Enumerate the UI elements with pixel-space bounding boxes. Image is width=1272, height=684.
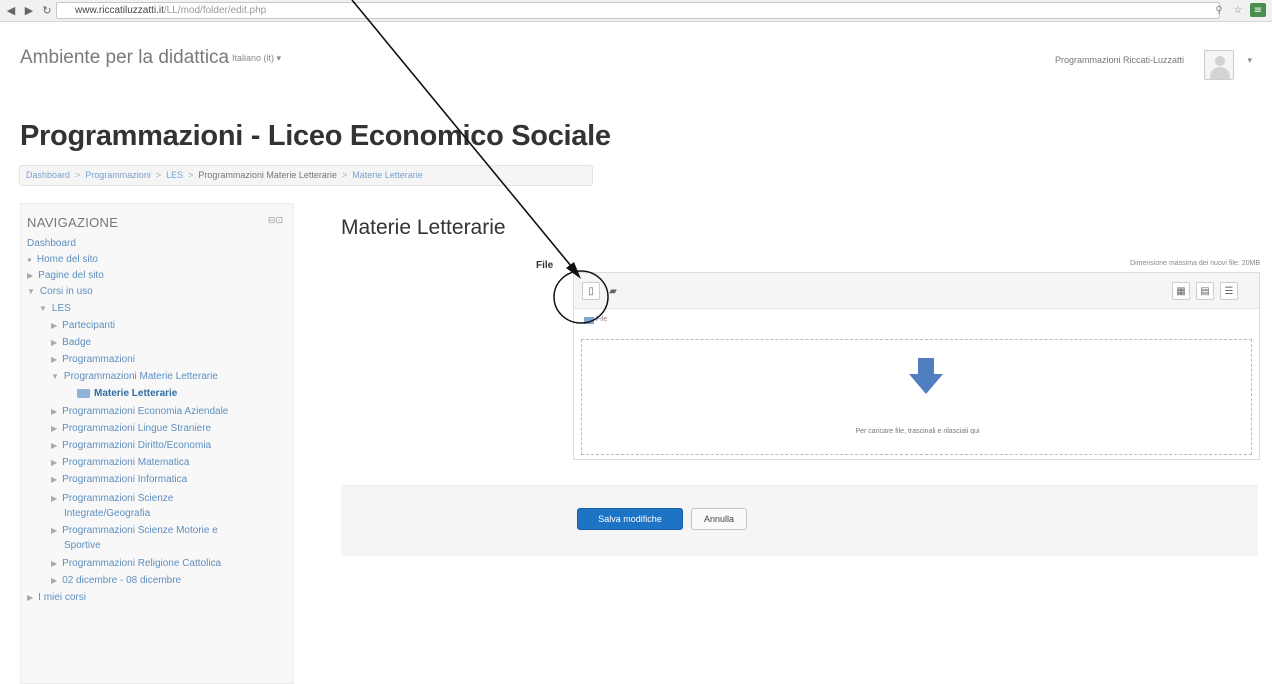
breadcrumb-item[interactable]: Programmazioni xyxy=(85,170,151,180)
nav-item-matematica[interactable]: ▶ Programmazioni Matematica xyxy=(51,457,189,469)
user-name[interactable]: Programmazioni Riccati-Luzzatti xyxy=(1055,55,1184,65)
nav-item-week[interactable]: ▶ 02 dicembre - 08 dicembre xyxy=(51,575,181,587)
url-host: www.riccatiluzzatti.it xyxy=(75,5,164,16)
folder-icon xyxy=(77,388,90,398)
site-brand[interactable]: Ambiente per la didattica xyxy=(20,47,229,69)
breadcrumb-item-current[interactable]: Materie Letterarie xyxy=(352,170,423,180)
breadcrumb-item[interactable]: LES xyxy=(166,170,183,180)
file-field-label: File xyxy=(536,260,554,271)
menu-icon[interactable]: ≡ xyxy=(1250,3,1266,17)
navigation-title: NAVIGAZIONE xyxy=(27,215,119,230)
view-details-icon[interactable]: ▤ xyxy=(1196,282,1214,300)
nav-item-scienze-motorie-continuation[interactable]: Sportive xyxy=(64,540,101,552)
file-manager-path[interactable]: File xyxy=(596,316,607,323)
navigation-block: NAVIGAZIONE ⊟⊡ Dashboard ● Home del sito … xyxy=(20,203,294,684)
address-bar[interactable]: www.riccatiluzzatti.it/LL/mod/folder/edi… xyxy=(56,2,1220,19)
nav-item-diritto-economia[interactable]: ▶ Programmazioni Diritto/Economia xyxy=(51,440,211,452)
nav-item-scienze-motorie[interactable]: ▶ Programmazioni Scienze Motorie e xyxy=(51,525,218,537)
user-menu-caret[interactable]: ▾ xyxy=(1247,55,1252,66)
breadcrumb-item[interactable]: Dashboard xyxy=(26,170,70,180)
url-path: /LL/mod/folder/edit.php xyxy=(163,5,267,16)
create-folder-icon[interactable]: ▰ xyxy=(604,282,622,300)
nav-item-materie-letterarie-current[interactable]: Materie Letterarie xyxy=(77,388,177,400)
block-controls-icon[interactable]: ⊟⊡ xyxy=(268,215,283,226)
nav-item-courses[interactable]: ▼ Corsi in uso xyxy=(27,286,93,298)
drop-zone[interactable]: Per caricare file, trascinali e rilascia… xyxy=(581,339,1252,455)
save-button[interactable]: Salva modifiche xyxy=(577,508,683,530)
nav-item-dashboard[interactable]: Dashboard xyxy=(27,238,76,250)
nav-item-materie-letterarie-section[interactable]: ▼ Programmazioni Materie Letterarie xyxy=(51,371,218,383)
breadcrumb-item[interactable]: Programmazioni Materie Letterarie xyxy=(198,170,337,180)
add-file-icon[interactable]: ▯ xyxy=(582,282,600,300)
nav-item-les[interactable]: ▼ LES xyxy=(39,303,71,315)
nav-item-participants[interactable]: ▶ Partecipanti xyxy=(51,320,115,332)
nav-item-economia-aziendale[interactable]: ▶ Programmazioni Economia Aziendale xyxy=(51,406,228,418)
view-tree-icon[interactable]: ☰ xyxy=(1220,282,1238,300)
breadcrumb: Dashboard > Programmazioni > LES > Programmazi… xyxy=(19,165,593,186)
nav-item-my-courses[interactable]: ▶ I miei corsi xyxy=(27,592,86,604)
avatar[interactable] xyxy=(1204,50,1234,80)
file-manager: ▯ ▰ ▦ ▤ ☰ File Per caricare file, trasci… xyxy=(573,272,1260,460)
content-heading: Materie Letterarie xyxy=(341,216,506,239)
nav-item-scienze[interactable]: ▶ Programmazioni Scienze xyxy=(51,493,173,505)
nav-item-religione-cattolica[interactable]: ▶ Programmazioni Religione Cattolica xyxy=(51,558,221,570)
folder-icon xyxy=(584,317,594,324)
nav-item-lingue-straniere[interactable]: ▶ Programmazioni Lingue Straniere xyxy=(51,423,211,435)
site-navbar: Ambiente per la didattica Italiano (it) … xyxy=(0,22,1272,80)
star-icon[interactable]: ☆ xyxy=(1231,3,1245,17)
nav-item-informatica[interactable]: ▶ Programmazioni Informatica xyxy=(51,474,187,486)
drop-instructions: Per caricare file, trascinali e rilascia… xyxy=(855,428,980,435)
form-actions: Salva modifiche Annulla xyxy=(341,485,1258,556)
language-menu[interactable]: Italiano (it) ▾ xyxy=(232,53,281,64)
nav-item-home[interactable]: ● Home del sito xyxy=(27,254,98,266)
cancel-button[interactable]: Annulla xyxy=(691,508,747,530)
nav-item-badges[interactable]: ▶ Badge xyxy=(51,337,91,349)
nav-item-site-pages[interactable]: ▶ Pagine del sito xyxy=(27,270,104,282)
drop-arrow-icon xyxy=(909,358,943,394)
zoom-icon[interactable]: ⚲ xyxy=(1212,3,1226,17)
nav-item-scienze-continuation[interactable]: Integrate/Geografia xyxy=(64,508,150,520)
max-file-size: Dimensione massima dei nuovi file: 20MB xyxy=(1130,260,1260,267)
reload-icon[interactable]: ↻ xyxy=(40,3,54,19)
view-icons-icon[interactable]: ▦ xyxy=(1172,282,1190,300)
page-title: Programmazioni - Liceo Economico Sociale xyxy=(20,120,611,152)
browser-toolbar: ◀ ▶ ↻ www.riccatiluzzatti.it/LL/mod/fold… xyxy=(0,0,1272,22)
back-arrow-icon[interactable]: ◀ xyxy=(4,3,18,19)
forward-arrow-icon[interactable]: ▶ xyxy=(22,3,36,19)
file-manager-toolbar: ▯ ▰ ▦ ▤ ☰ xyxy=(574,273,1259,309)
nav-item-programmazioni[interactable]: ▶ Programmazioni xyxy=(51,354,135,366)
